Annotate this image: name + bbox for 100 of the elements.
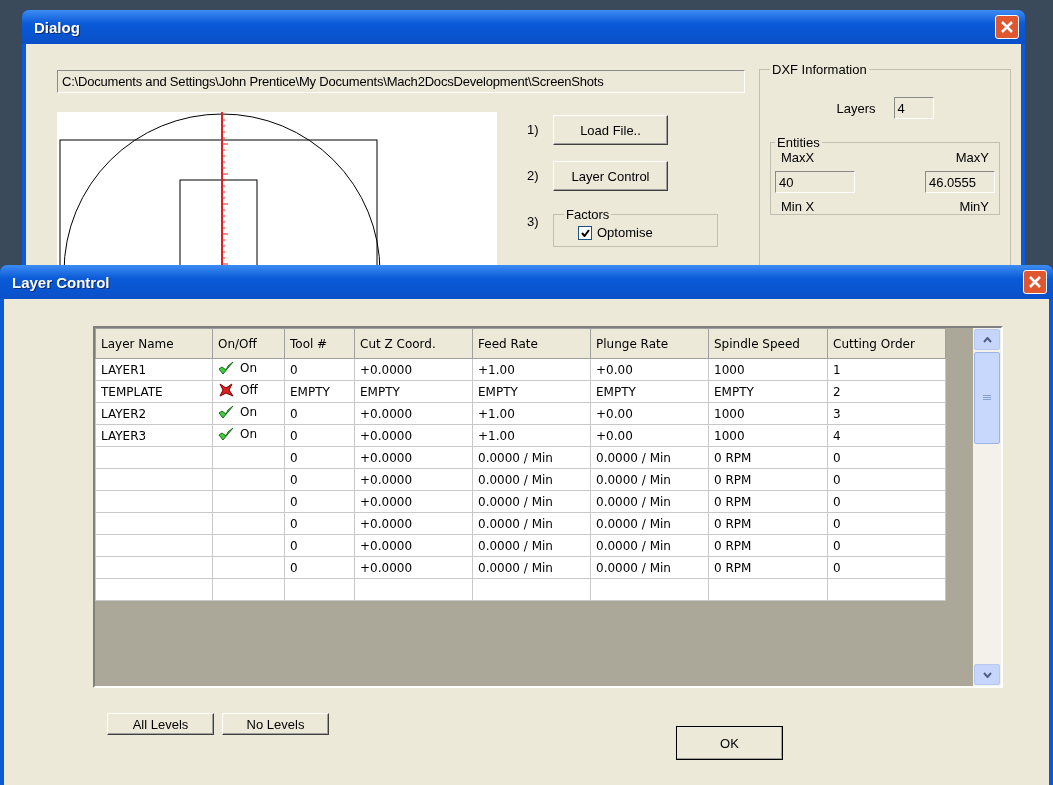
table-cell: 0.0000 / Min — [590, 490, 709, 513]
table-cell: 0 RPM — [708, 446, 828, 469]
status-text: On — [240, 427, 258, 441]
step-number: 3) — [527, 213, 540, 229]
table-cell: 2 — [827, 380, 946, 403]
table-cell: LAYER1 — [95, 358, 213, 381]
table-cell: +0.0000 — [354, 402, 473, 425]
table-cell: 3 — [827, 402, 946, 425]
table-cell: 1000 — [708, 358, 828, 381]
table-cell: 4 — [827, 424, 946, 447]
path-field[interactable]: C:\Documents and Settings\John Prentice\My Documents\Mach2DocsDevelopment\ScreenShots — [57, 70, 745, 93]
column-header[interactable]: Tool # — [284, 328, 355, 359]
table-cell: 0.0000 / Min — [590, 468, 709, 491]
table-cell: +0.0000 — [354, 358, 473, 381]
table-cell: 0.0000 / Min — [590, 534, 709, 557]
grip-icon — [983, 395, 991, 401]
table-cell: 0 — [827, 556, 946, 579]
table-cell: 0 RPM — [708, 556, 828, 579]
table-cell: 0 — [827, 468, 946, 491]
column-header[interactable]: Cutting Order — [827, 328, 946, 359]
table-cell: +0.0000 — [354, 556, 473, 579]
column-header[interactable]: On/Off — [212, 328, 285, 359]
layers-field[interactable]: 4 — [893, 97, 934, 119]
table-cell: 0.0000 / Min — [472, 534, 591, 557]
max-x-field[interactable]: 40 — [775, 171, 855, 193]
table-cell: 0 RPM — [708, 534, 828, 557]
table-cell: 0.0000 / Min — [472, 512, 591, 535]
column-header[interactable]: Cut Z Coord. — [354, 328, 473, 359]
step-number: 2) — [527, 167, 540, 183]
status-text: Off — [240, 383, 258, 397]
window-title: Dialog — [34, 18, 80, 36]
table-cell: +0.0000 — [354, 446, 473, 469]
table-cell: 0 — [284, 424, 355, 447]
table-cell: 0 — [284, 446, 355, 469]
table-cell: 0 — [827, 446, 946, 469]
table-cell: 1000 — [708, 402, 828, 425]
field-label: MinY — [959, 199, 989, 214]
table-cell: 0 — [284, 534, 355, 557]
table-cell: 0 RPM — [708, 512, 828, 535]
table-cell: 1 — [827, 358, 946, 381]
window-title: Layer Control — [12, 273, 110, 291]
table-cell: +0.00 — [590, 424, 709, 447]
close-button[interactable] — [1023, 270, 1047, 294]
ok-button[interactable]: OK — [676, 726, 783, 760]
step-button[interactable]: Layer Control — [553, 161, 668, 191]
column-header[interactable]: Spindle Speed — [708, 328, 828, 359]
table-cell: EMPTY — [590, 380, 709, 403]
table-cell: 0 — [284, 358, 355, 381]
table-cell: +0.0000 — [354, 534, 473, 557]
checkbox[interactable] — [578, 225, 592, 240]
levels-button[interactable]: No Levels — [222, 713, 329, 735]
column-header[interactable]: Layer Name — [95, 328, 213, 359]
table-cell: +1.00 — [472, 402, 591, 425]
table-cell: 0 RPM — [708, 468, 828, 491]
table-cell: EMPTY — [354, 380, 473, 403]
field-label: Layers — [836, 100, 876, 116]
field-label: MaxY — [955, 150, 989, 165]
table-cell: 0 — [284, 512, 355, 535]
group-title: Entities — [776, 135, 821, 150]
table-cell: 0.0000 / Min — [472, 468, 591, 491]
table-cell: 0.0000 / Min — [590, 556, 709, 579]
max-y-field[interactable]: 46.0555 — [925, 171, 995, 193]
table-cell: EMPTY — [708, 380, 828, 403]
table-cell: +0.0000 — [354, 512, 473, 535]
table-cell: 0.0000 / Min — [472, 446, 591, 469]
column-header[interactable]: Feed Rate — [472, 328, 591, 359]
table-cell: EMPTY — [472, 380, 591, 403]
levels-button[interactable]: All Levels — [107, 713, 214, 735]
table-cell: TEMPLATE — [95, 380, 213, 403]
step-button[interactable]: Load File.. — [553, 115, 668, 145]
table-cell: 0 — [284, 490, 355, 513]
column-header[interactable]: Plunge Rate — [590, 328, 709, 359]
field-label: Min X — [781, 199, 815, 214]
table-cell: 0.0000 / Min — [590, 512, 709, 535]
table-cell: LAYER3 — [95, 424, 213, 447]
table-cell: +0.0000 — [354, 490, 473, 513]
step-number: 1) — [527, 121, 540, 137]
table-cell: 0 — [827, 534, 946, 557]
table-cell: 1000 — [708, 424, 828, 447]
table-cell: +1.00 — [472, 424, 591, 447]
table-cell: 0 — [827, 490, 946, 513]
group-title: Factors — [565, 207, 611, 222]
table-cell: 0 — [284, 556, 355, 579]
table-cell: 0 — [284, 402, 355, 425]
table-cell: 0.0000 / Min — [472, 556, 591, 579]
status-text: On — [240, 361, 258, 375]
table-cell: +1.00 — [472, 358, 591, 381]
close-button[interactable] — [995, 15, 1019, 39]
table-cell: 0 RPM — [708, 490, 828, 513]
table-cell: 0 — [827, 512, 946, 535]
table-cell: EMPTY — [284, 380, 355, 403]
status-text: On — [240, 405, 258, 419]
close-icon — [1029, 276, 1041, 288]
checkmark-icon — [580, 228, 590, 237]
table-cell: +0.00 — [590, 402, 709, 425]
checkbox-label: Optomise — [597, 225, 653, 240]
scrollbar[interactable] — [973, 328, 1001, 686]
table-cell: 0 — [284, 468, 355, 491]
field-label: MaxX — [781, 150, 815, 165]
table-cell: LAYER2 — [95, 402, 213, 425]
